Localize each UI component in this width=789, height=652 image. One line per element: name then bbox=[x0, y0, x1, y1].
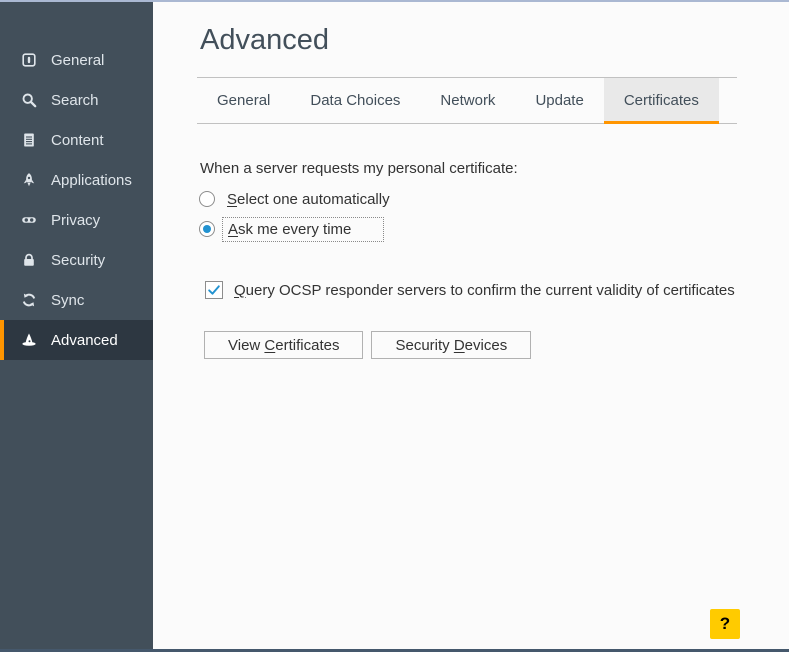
sidebar-item-applications[interactable]: Applications bbox=[0, 160, 153, 200]
ocsp-checkbox[interactable] bbox=[205, 281, 223, 299]
view-certificates-button[interactable]: View Certificates bbox=[204, 331, 364, 359]
sidebar-item-label: Applications bbox=[51, 171, 132, 189]
tab-general[interactable]: General bbox=[197, 78, 290, 123]
certificate-buttons: View Certificates Security Devices bbox=[204, 331, 539, 359]
cert-request-question: When a server requests my personal certi… bbox=[200, 160, 518, 177]
page-title: Advanced bbox=[200, 24, 329, 56]
category-sidebar: General Search Content Applications Priv bbox=[0, 2, 153, 649]
tab-network[interactable]: Network bbox=[420, 78, 515, 123]
sidebar-item-privacy[interactable]: Privacy bbox=[0, 200, 153, 240]
general-icon bbox=[21, 52, 37, 68]
security-devices-button[interactable]: Security Devices bbox=[371, 331, 532, 359]
security-icon bbox=[21, 252, 37, 268]
radio-label[interactable]: Ask me every time bbox=[222, 216, 384, 242]
tab-update[interactable]: Update bbox=[515, 78, 603, 123]
privacy-icon bbox=[21, 212, 37, 228]
preferences-pane: Advanced General Data Choices Network Up… bbox=[153, 2, 789, 649]
ocsp-checkbox-label[interactable]: Query OCSP responder servers to confirm … bbox=[234, 282, 735, 299]
sidebar-item-label: Sync bbox=[51, 291, 85, 309]
tab-data-choices[interactable]: Data Choices bbox=[290, 78, 420, 123]
sidebar-item-label: Security bbox=[51, 251, 106, 269]
options-window: General Search Content Applications Priv bbox=[0, 0, 789, 652]
content-icon bbox=[21, 132, 37, 148]
sidebar-item-label: General bbox=[51, 51, 105, 69]
checkmark-icon bbox=[208, 285, 220, 295]
radio-circle[interactable] bbox=[199, 221, 215, 237]
sidebar-item-general[interactable]: General bbox=[0, 40, 153, 80]
sidebar-item-label: Content bbox=[51, 131, 104, 149]
sidebar-item-label: Privacy bbox=[51, 211, 101, 229]
radio-label[interactable]: Select one automatically bbox=[227, 191, 390, 208]
ocsp-checkbox-row[interactable]: Query OCSP responder servers to confirm … bbox=[205, 281, 735, 299]
sidebar-item-search[interactable]: Search bbox=[0, 80, 153, 120]
sidebar-item-advanced[interactable]: Advanced bbox=[0, 320, 153, 360]
sidebar-item-sync[interactable]: Sync bbox=[0, 280, 153, 320]
advanced-tab-strip: General Data Choices Network Update Cert… bbox=[197, 77, 737, 124]
sidebar-item-label: Search bbox=[51, 91, 99, 109]
advanced-icon bbox=[21, 332, 37, 348]
sidebar-item-label: Advanced bbox=[51, 331, 118, 349]
radio-circle[interactable] bbox=[199, 191, 215, 207]
search-icon bbox=[21, 92, 37, 108]
sidebar-item-security[interactable]: Security bbox=[0, 240, 153, 280]
radio-select-automatically[interactable]: Select one automatically bbox=[199, 187, 390, 211]
applications-icon bbox=[21, 172, 37, 188]
sidebar-item-content[interactable]: Content bbox=[0, 120, 153, 160]
radio-ask-every-time[interactable]: Ask me every time bbox=[199, 216, 384, 242]
tab-certificates[interactable]: Certificates bbox=[603, 78, 719, 124]
sync-icon bbox=[21, 292, 37, 308]
help-button[interactable]: ? bbox=[710, 609, 740, 639]
